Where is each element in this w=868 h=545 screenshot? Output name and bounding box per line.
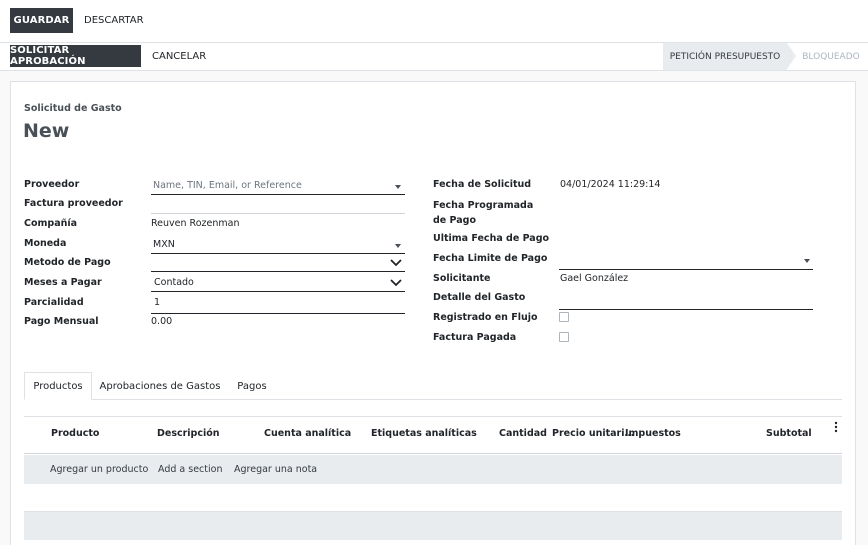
form-subtitle: Solicitud de Gasto	[24, 103, 122, 114]
compania-value: Reuven Rozenman	[151, 218, 240, 229]
caret-down-icon[interactable]	[395, 244, 401, 248]
request-approval-button[interactable]: SOLICITAR APROBACIÓN	[10, 45, 141, 67]
cancel-button[interactable]: CANCELAR	[152, 45, 206, 67]
col-producto[interactable]: Producto	[51, 428, 99, 439]
solicitante-value: Gael González	[560, 273, 629, 284]
proveedor-underline	[151, 194, 405, 195]
factura-proveedor-label: Factura proveedor	[24, 198, 123, 209]
meses-pagar-label: Meses a Pagar	[24, 277, 102, 288]
moneda-label: Moneda	[24, 238, 67, 249]
meses-pagar-underline	[151, 291, 405, 292]
table-top-border	[24, 416, 842, 417]
factura-pagada-checkbox[interactable]	[559, 332, 569, 342]
col-cantidad[interactable]: Cantidad	[499, 428, 547, 439]
discard-button[interactable]: DESCARTAR	[84, 8, 144, 33]
chevron-down-icon[interactable]	[390, 258, 402, 268]
fecha-solicitud-value: 04/01/2024 11:29:14	[560, 179, 661, 190]
detalle-gasto-field[interactable]	[559, 309, 813, 310]
col-cuenta-analitica[interactable]: Cuenta analítica	[264, 428, 351, 439]
moneda-underline	[151, 253, 405, 254]
col-descripcion[interactable]: Descripción	[157, 428, 220, 439]
ultima-fecha-label: Ultima Fecha de Pago	[433, 233, 550, 244]
table-header-border	[24, 453, 842, 454]
meses-pagar-select[interactable]: Contado	[154, 277, 194, 288]
save-button[interactable]: GUARDAR	[10, 8, 73, 33]
fecha-limite-field[interactable]	[559, 269, 813, 270]
metodo-pago-label: Metodo de Pago	[24, 257, 111, 268]
tab-pagos[interactable]: Pagos	[229, 372, 275, 400]
fecha-programada-label: Fecha Programada de Pago	[433, 200, 534, 226]
parcialidad-underline	[151, 313, 405, 314]
stage-blocked[interactable]: BLOQUEADO	[800, 43, 862, 70]
registrado-flujo-checkbox[interactable]	[559, 312, 569, 322]
col-etiquetas-analiticas[interactable]: Etiquetas analíticas	[371, 428, 477, 439]
detalle-gasto-label: Detalle del Gasto	[433, 292, 526, 303]
control-panel: GUARDAR DESCARTAR	[0, 0, 868, 43]
factura-pagada-label: Factura Pagada	[433, 332, 517, 343]
add-line-row: Agregar un producto Add a section Agrega…	[24, 455, 842, 484]
tab-productos[interactable]: Productos	[24, 372, 92, 400]
factura-proveedor-field[interactable]	[151, 213, 405, 214]
proveedor-input[interactable]: Name, TIN, Email, or Reference	[153, 180, 302, 191]
tab-aprobaciones[interactable]: Aprobaciones de Gastos	[97, 372, 223, 400]
stage-budget-request[interactable]: PETICIÓN PRESUPUESTO	[663, 43, 787, 70]
form-sheet: Solicitud de Gasto New Proveedor Name, T…	[10, 81, 856, 545]
col-impuestos[interactable]: Impuestos	[625, 428, 681, 439]
moneda-input[interactable]: MXN	[153, 239, 175, 250]
col-subtotal[interactable]: Subtotal	[766, 428, 812, 439]
vertical-dots-icon[interactable]	[834, 421, 838, 433]
stage-arrow	[787, 43, 796, 69]
add-product-link[interactable]: Agregar un producto	[50, 464, 148, 475]
solicitante-label: Solicitante	[433, 273, 491, 284]
fecha-limite-label: Fecha Limite de Pago	[433, 253, 548, 264]
table-footer-row	[24, 511, 842, 540]
metodo-pago-underline	[151, 271, 405, 272]
chevron-down-icon[interactable]	[390, 278, 402, 288]
registrado-flujo-label: Registrado en Flujo	[433, 312, 538, 323]
parcialidad-label: Parcialidad	[24, 297, 84, 308]
parcialidad-input[interactable]: 1	[154, 297, 160, 308]
caret-down-icon[interactable]	[804, 259, 810, 263]
fecha-solicitud-label: Fecha de Solicitud	[433, 179, 532, 190]
add-note-link[interactable]: Agregar una nota	[234, 464, 317, 475]
caret-down-icon[interactable]	[395, 185, 401, 189]
compania-label: Compañía	[24, 218, 78, 229]
pago-mensual-value: 0.00	[151, 316, 173, 327]
proveedor-label: Proveedor	[24, 179, 80, 190]
col-precio-unitario[interactable]: Precio unitari…	[552, 428, 634, 439]
add-section-link[interactable]: Add a section	[158, 464, 222, 475]
pago-mensual-label: Pago Mensual	[24, 316, 99, 327]
record-title[interactable]: New	[23, 120, 69, 142]
status-bar: SOLICITAR APROBACIÓN CANCELAR PETICIÓN P…	[0, 43, 868, 71]
